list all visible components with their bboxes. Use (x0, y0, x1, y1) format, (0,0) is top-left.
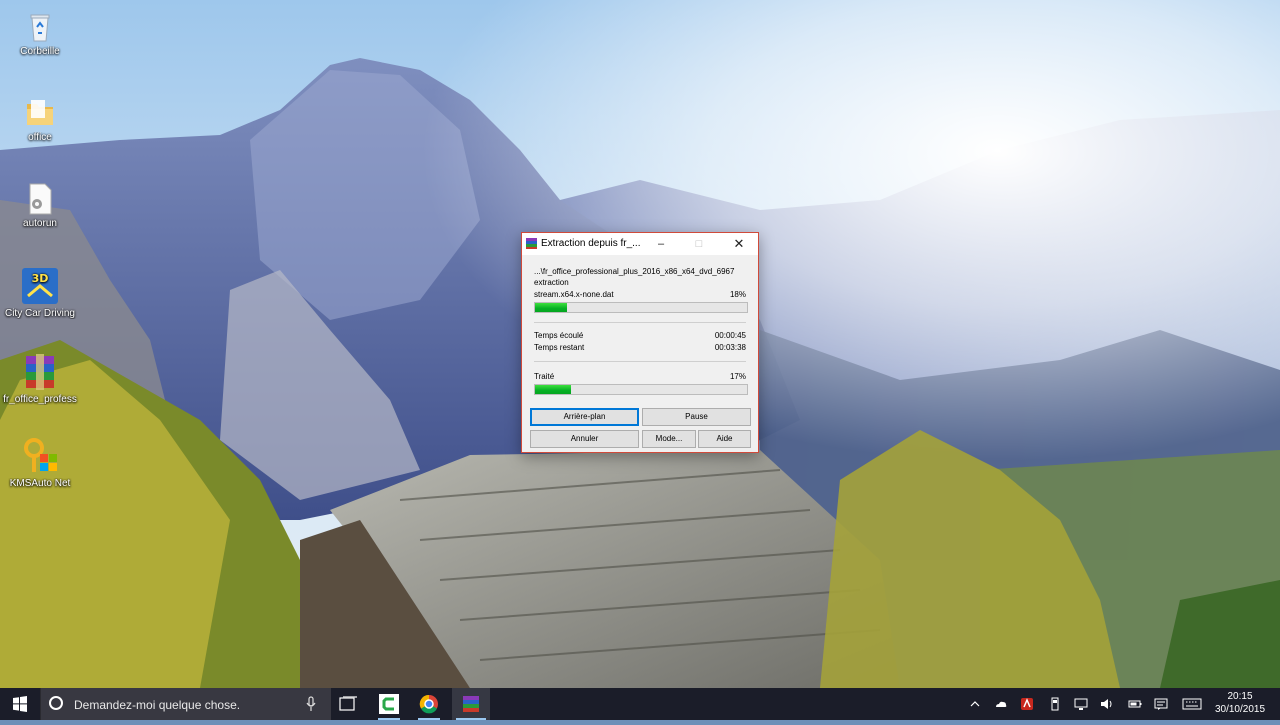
desktop-icon-label: KMSAuto Net (9, 478, 71, 489)
onedrive-cloud-icon[interactable] (994, 697, 1008, 711)
kms-tool-icon (20, 436, 60, 476)
action-center-icon[interactable] (1154, 697, 1168, 711)
microphone-icon[interactable] (305, 696, 317, 717)
desktop-icon-label: fr_office_profess (3, 394, 77, 405)
clock-time: 20:15 (1227, 691, 1253, 702)
winrar-icon (526, 238, 537, 249)
cortana-icon (49, 696, 63, 710)
elapsed-label: Temps écoulé (534, 331, 584, 340)
battery-icon[interactable] (1128, 697, 1142, 711)
task-view-icon (339, 696, 357, 711)
cancel-button[interactable]: Annuler (530, 430, 639, 448)
recycle-bin-icon (23, 10, 57, 44)
file-settings-icon (23, 182, 57, 216)
taskbar-app-camtasia[interactable] (372, 688, 406, 720)
winrar-icon (463, 696, 479, 712)
extraction-dialog: Extraction depuis fr_... – □ ✕ ...\fr_of… (521, 232, 759, 453)
archive-icon (20, 352, 60, 392)
volume-icon[interactable] (1100, 697, 1114, 711)
pause-button[interactable]: Pause (642, 408, 751, 426)
desktop-icon-label: City Car Driving (4, 308, 75, 319)
background-button[interactable]: Arrière-plan (530, 408, 639, 426)
show-hidden-icons-chevron-up-icon[interactable] (968, 697, 982, 711)
remaining-label: Temps restant (534, 343, 585, 352)
desktop-icon-label: Corbeille (20, 46, 60, 57)
processed-percent: 17% (729, 372, 746, 381)
minimize-button[interactable]: – (642, 233, 680, 255)
desktop-icon-office-folder[interactable]: office (0, 96, 80, 143)
desktop-icon-autorun[interactable]: autorun (0, 182, 80, 229)
file-percent: 18% (729, 290, 746, 299)
clock-date: 30/10/2015 (1214, 704, 1266, 715)
taskbar: Demandez-moi quelque chose. 20:15 30/10/… (0, 688, 1280, 720)
desktop-icon-city-car-driving[interactable]: 3D City Car Driving (0, 266, 80, 319)
processed-label: Traité (534, 372, 555, 381)
action-label: extraction (534, 278, 569, 287)
desktop-icon-label: autorun (23, 218, 57, 229)
elapsed-value: 00:00:45 (714, 331, 746, 340)
dialog-titlebar[interactable]: Extraction depuis fr_... – □ ✕ (522, 233, 758, 255)
desktop-icon-label: office (28, 132, 52, 143)
processed-progress-bar (534, 384, 748, 395)
taskbar-app-chrome[interactable] (412, 688, 446, 720)
antivirus-shield-icon[interactable] (1020, 697, 1034, 711)
processed-progress-fill (535, 385, 572, 394)
divider (534, 322, 746, 323)
car-app-icon: 3D (20, 266, 60, 306)
close-button[interactable]: ✕ (720, 233, 758, 255)
desktop-icon-recycle-bin[interactable]: Corbeille (0, 10, 80, 57)
chrome-icon (419, 694, 438, 714)
network-icon[interactable] (1074, 697, 1088, 711)
search-input[interactable]: Demandez-moi quelque chose. (40, 688, 331, 720)
maximize-button[interactable]: □ (680, 233, 718, 255)
clock[interactable]: 20:15 30/10/2015 (1208, 690, 1272, 716)
divider (534, 361, 746, 362)
camtasia-icon (379, 694, 399, 714)
desktop-icon-kmsauto[interactable]: KMSAuto Net (0, 436, 80, 489)
folder-icon (23, 96, 57, 130)
dialog-title: Extraction depuis fr_... (541, 238, 641, 249)
current-file: stream.x64.x-none.dat (534, 290, 614, 299)
svg-text:3D: 3D (32, 272, 49, 285)
search-placeholder: Demandez-moi quelque chose. (74, 698, 241, 712)
remaining-value: 00:03:38 (714, 343, 746, 352)
desktop-icon-office-archive[interactable]: fr_office_profess (0, 352, 80, 405)
archive-path: ...\fr_office_professional_plus_2016_x86… (534, 267, 735, 276)
mode-button[interactable]: Mode... (642, 430, 696, 448)
taskbar-app-winrar[interactable] (452, 688, 490, 720)
task-view-button[interactable] (334, 688, 360, 720)
file-progress-fill (535, 303, 567, 312)
file-progress-bar (534, 302, 748, 313)
usb-device-icon[interactable] (1048, 697, 1062, 711)
keyboard-icon[interactable] (1182, 697, 1202, 711)
windows-logo-icon (13, 696, 27, 712)
help-button[interactable]: Aide (698, 430, 751, 448)
start-button[interactable] (0, 688, 40, 720)
